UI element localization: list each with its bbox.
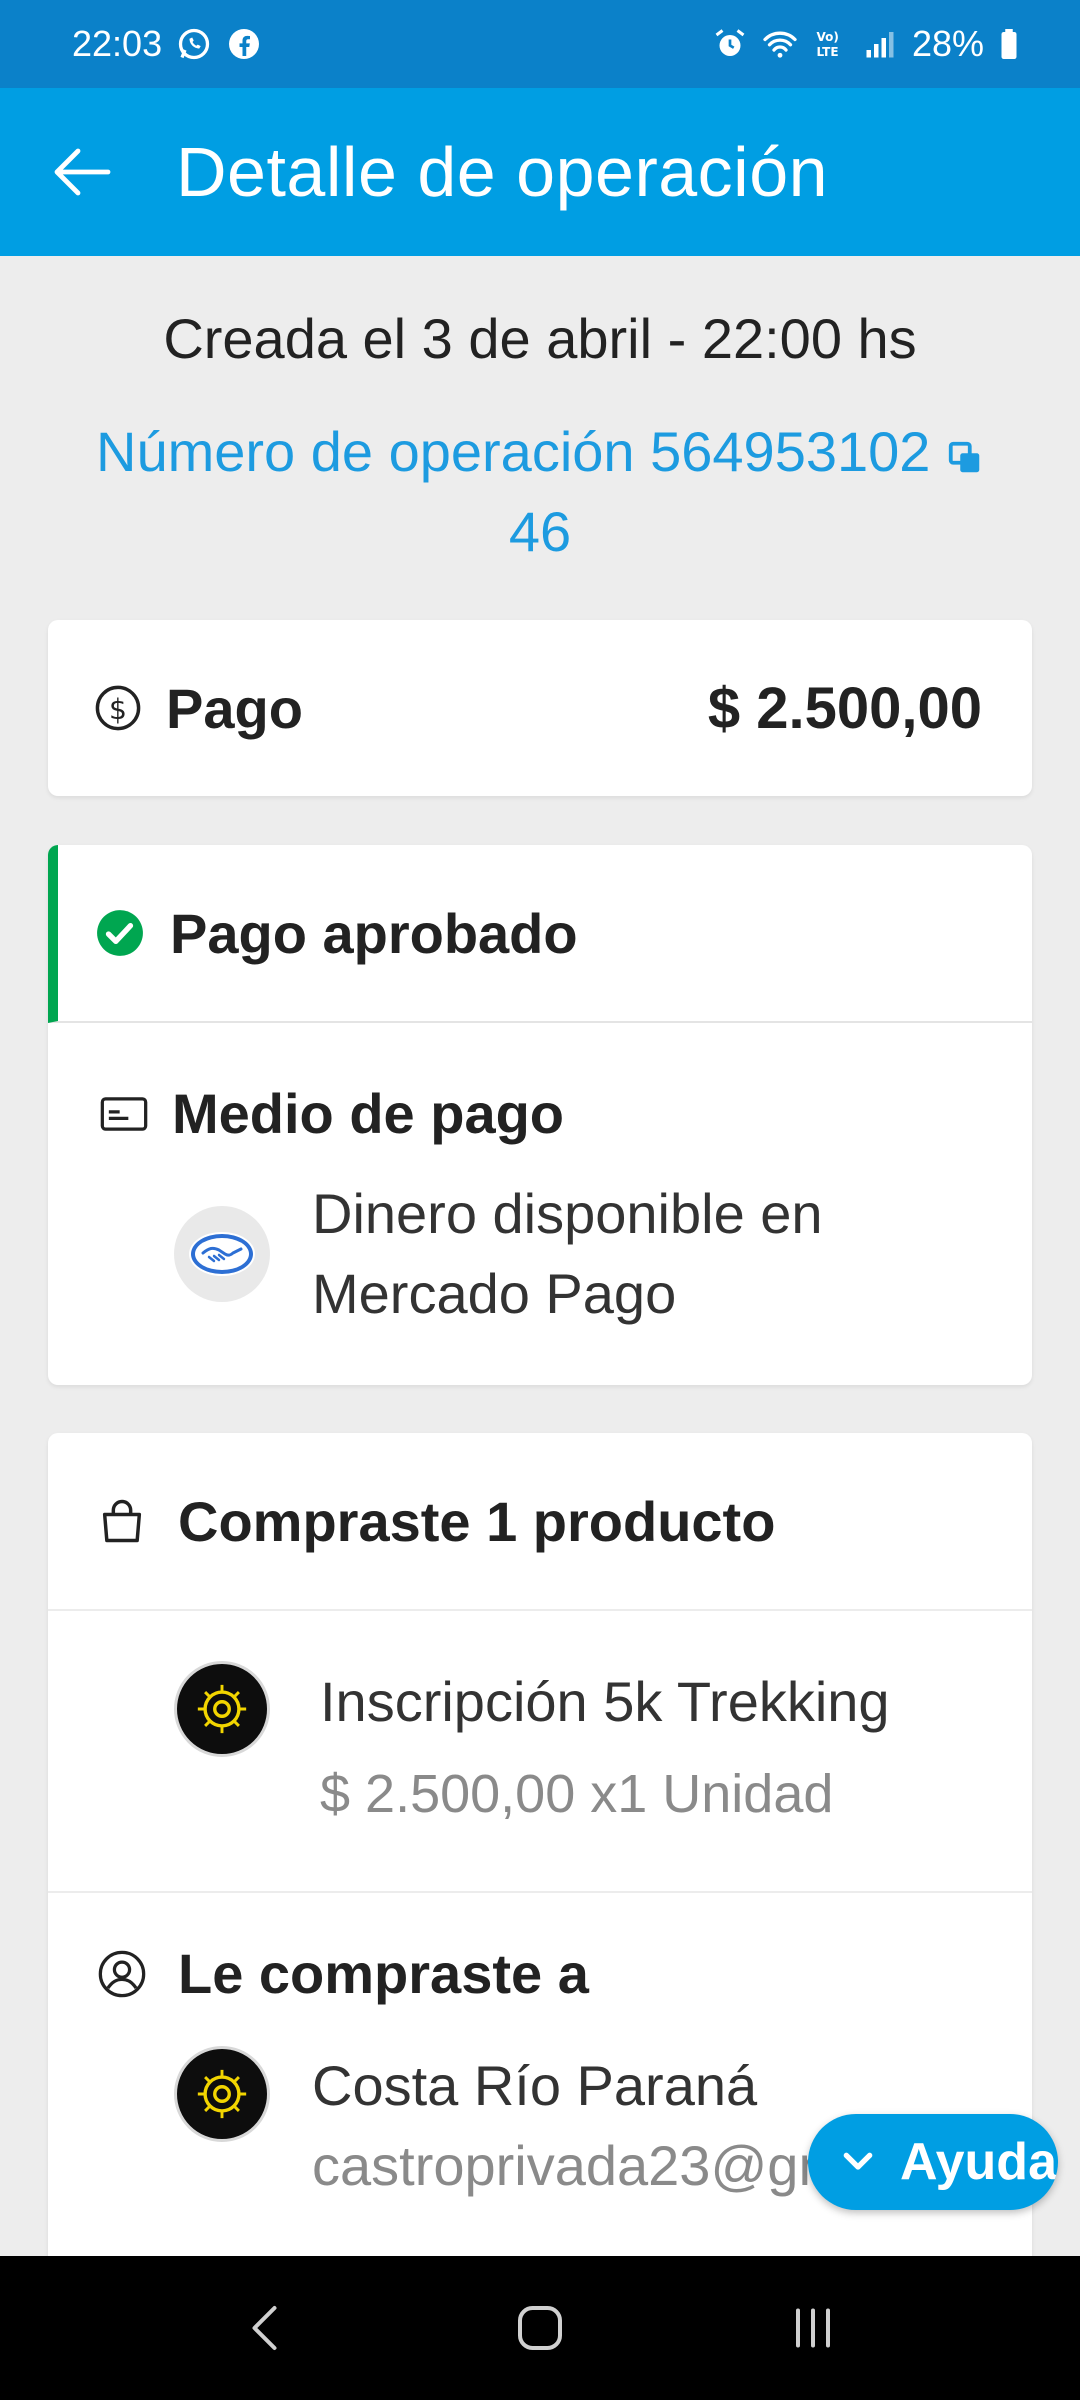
operation-number-line2: 46 [508, 500, 572, 563]
status-bar: 22:03 Vo) LTE 28% [0, 0, 1080, 88]
product-name: Inscripción 5k Trekking [320, 1670, 890, 1733]
status-card: Pago aprobado Medio de pago Dinero dispo… [48, 845, 1032, 1385]
operation-number[interactable]: Número de operación 564953102 46 [40, 412, 1040, 572]
product-price: $ 2.500,00 x1 Unidad [320, 1764, 834, 1824]
help-button[interactable]: Ayuda [808, 2114, 1058, 2210]
products-card: Compraste 1 producto Inscripción 5k Trek… [48, 1433, 1032, 2400]
nav-home-icon [517, 2306, 562, 2350]
chevron-down-icon [843, 2152, 873, 2170]
help-label: Ayuda [900, 2133, 1057, 2191]
user-circle-icon [96, 1948, 148, 2000]
product-logo [174, 1661, 270, 1757]
dollar-circle-icon: $ [92, 682, 144, 734]
payment-method-title: Medio de pago [172, 1082, 564, 1145]
nav-recents-button[interactable] [753, 2278, 873, 2378]
payment-amount: $ 2.500,00 [707, 675, 982, 741]
payment-method-text: Dinero disponible en Mercado Pago [312, 1174, 823, 1334]
copy-icon[interactable] [946, 418, 984, 473]
status-label: Pago aprobado [170, 901, 578, 965]
payment-label: Pago [166, 676, 303, 740]
battery-icon [998, 26, 1020, 62]
signal-icon [862, 26, 898, 62]
svg-text:$: $ [109, 693, 127, 726]
nav-back-button[interactable] [207, 2278, 327, 2378]
product-item[interactable]: Inscripción 5k Trekking $ 2.500,00 x1 Un… [48, 1611, 1032, 1893]
seller-header: Le compraste a [48, 1893, 1032, 2006]
volte-icon: Vo) LTE [812, 26, 848, 62]
whatsapp-icon [176, 26, 212, 62]
check-circle-icon [94, 907, 146, 959]
payment-method-line2: Mercado Pago [312, 1262, 677, 1325]
alarm-icon [712, 26, 748, 62]
nav-back-icon [252, 2306, 277, 2350]
seller-heading: Le compraste a [178, 1942, 589, 2005]
products-heading: Compraste 1 producto [178, 1489, 776, 1553]
credit-card-icon [98, 1088, 150, 1140]
facebook-icon [226, 26, 262, 62]
mercado-pago-logo [174, 1206, 270, 1302]
svg-text:Vo): Vo) [816, 30, 838, 44]
navigation-bar [0, 2256, 1080, 2400]
battery-percent: 28% [911, 23, 984, 64]
back-button[interactable] [42, 130, 126, 214]
payment-card: $ Pago $ 2.500,00 [48, 620, 1032, 796]
arrow-left-icon [54, 148, 111, 196]
operation-number-line1: Número de operación 564953102 [96, 420, 931, 483]
nav-home-button[interactable] [480, 2278, 600, 2378]
nav-recents-icon [796, 2308, 831, 2348]
status-time: 22:03 [72, 23, 163, 64]
products-header: Compraste 1 producto [48, 1433, 1032, 1611]
shopping-bag-icon [96, 1495, 148, 1547]
page-title: Detalle de operación [176, 133, 829, 211]
payment-method-line1: Dinero disponible en [312, 1182, 823, 1245]
created-date: Creada el 3 de abril - 22:00 hs [163, 307, 917, 370]
payment-method-header: Medio de pago [48, 1023, 1032, 1146]
wifi-icon [762, 26, 798, 62]
status-header: Pago aprobado [48, 845, 1032, 1023]
payment-method-detail: Dinero disponible en Mercado Pago [48, 1146, 1032, 1334]
seller-logo [174, 2046, 270, 2142]
app-bar: Detalle de operación [0, 88, 1080, 256]
svg-text:LTE: LTE [816, 45, 838, 59]
seller-name: Costa Río Paraná [312, 2054, 758, 2117]
